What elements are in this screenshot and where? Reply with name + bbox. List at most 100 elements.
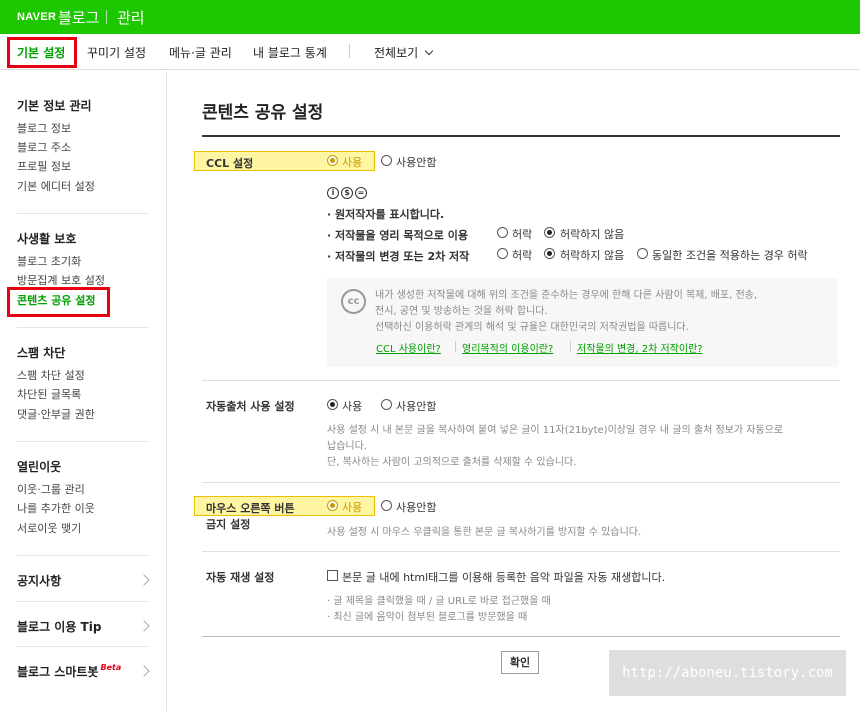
sidebar-link-tips[interactable]: 블로그 이용 Tip (17, 618, 101, 635)
rightclick-desc: 사용 설정 시 마우스 우클릭을 통한 본문 글 복사하기를 방지할 수 있습니… (327, 527, 642, 538)
chevron-right-icon (138, 665, 150, 677)
derivative-deny-radio[interactable] (544, 248, 555, 259)
sidebar-item-mutual-neighbors[interactable]: 서로이웃 맺기 (17, 520, 81, 536)
auto-source-desc1: 사용 설정 시 내 본문 글을 복사하여 붙여 넣은 글이 11자(21byte… (327, 425, 784, 436)
ccl-info-box: cc 내가 생성한 저작물에 대해 위의 조건을 준수하는 경우에 한해 다른 … (327, 278, 838, 367)
page-title: 콘텐츠 공유 설정 (202, 103, 324, 123)
derivative-deny-label: 허락하지 않음 (560, 249, 625, 262)
annotation-box-sidebar (7, 287, 110, 317)
sidebar-item-blog-info[interactable]: 블로그 정보 (17, 120, 71, 136)
naver-logo[interactable]: NAVER (17, 11, 56, 23)
noncommercial-icon: $ (341, 187, 353, 199)
blog-logo[interactable]: 블로그 (58, 7, 99, 28)
sidebar-divider (17, 555, 149, 556)
ccl-nouse-radio[interactable] (381, 155, 392, 166)
smartbot-label: 블로그 스마트봇 (17, 665, 99, 679)
ccl-use-label: 사용 (342, 156, 363, 169)
title-underline (202, 135, 840, 137)
row-divider (202, 636, 840, 637)
top-header: NAVER 블로그 관리 (0, 0, 860, 34)
ccl-label: CCL 설정 (206, 157, 254, 170)
ccl-nouse-label: 사용안함 (396, 156, 437, 169)
rightclick-label-line2: 금지 설정 (206, 518, 251, 531)
chevron-right-icon (138, 574, 150, 586)
beta-badge: Beta (100, 663, 122, 672)
rightclick-use-radio[interactable] (327, 500, 338, 511)
rightclick-nouse-radio[interactable] (381, 500, 392, 511)
ccl-info-line2: 전시, 공연 및 방송하는 것을 허락 합니다. (375, 306, 548, 317)
tab-decorate-settings[interactable]: 꾸미기 설정 (87, 44, 146, 61)
auto-source-use-radio[interactable] (327, 399, 338, 410)
sidebar-heading-privacy: 사생활 보호 (17, 232, 77, 246)
sidebar-item-visit-protection[interactable]: 방문집계 보호 설정 (17, 272, 105, 288)
derivative-allow-radio[interactable] (497, 248, 508, 259)
link-divider (570, 341, 571, 352)
sidebar-link-notices[interactable]: 공지사항 (17, 572, 61, 589)
autoplay-label: 자동 재생 설정 (206, 571, 275, 584)
confirm-button[interactable]: 확인 (501, 651, 539, 674)
rightclick-use-label: 사용 (342, 501, 363, 514)
sidebar-divider (17, 213, 149, 214)
derivative-same-radio[interactable] (637, 248, 648, 259)
chevron-down-icon (424, 46, 434, 56)
rightclick-nouse-label: 사용안함 (396, 501, 437, 514)
noderivs-icon: = (355, 187, 367, 199)
tab-view-all[interactable]: 전체보기 (374, 44, 434, 61)
row-divider (202, 380, 840, 381)
row-divider (202, 482, 840, 483)
sidebar-divider (17, 646, 149, 647)
ccl-attribution-text: · 원저작자를 표시합니다. (327, 208, 445, 221)
view-all-label: 전체보기 (374, 46, 419, 60)
sidebar-divider (17, 441, 149, 442)
sidebar-item-spam-settings[interactable]: 스팸 차단 설정 (17, 367, 85, 383)
watermark: http://aboneu.tistory.com (609, 650, 846, 696)
ccl-derivative-label: · 저작물의 변경 또는 2차 저작 (327, 250, 470, 263)
annotation-box-tab (7, 37, 77, 68)
admin-title: 관리 (117, 9, 145, 27)
tab-divider (349, 44, 350, 58)
link-divider (455, 341, 456, 352)
sidebar-item-blog-reset[interactable]: 블로그 초기화 (17, 253, 81, 269)
sidebar-item-profile-info[interactable]: 프로필 정보 (17, 158, 71, 174)
sidebar-heading-neighbors: 열린이웃 (17, 460, 62, 474)
sidebar-item-followers[interactable]: 나를 추가한 이웃 (17, 500, 95, 516)
row-divider (202, 551, 840, 552)
tab-blog-stats[interactable]: 내 블로그 통계 (253, 44, 327, 61)
commercial-deny-radio[interactable] (544, 227, 555, 238)
sidebar-item-blog-address[interactable]: 블로그 주소 (17, 139, 71, 155)
ccl-info-line1: 내가 생성한 저작물에 대해 위의 조건을 준수하는 경우에 한해 다른 사람이… (375, 290, 758, 301)
auto-source-nouse-radio[interactable] (381, 399, 392, 410)
sidebar-item-neighbor-groups[interactable]: 이웃·그룹 관리 (17, 481, 85, 497)
tab-menu-post-management[interactable]: 메뉴·글 관리 (169, 44, 232, 61)
commercial-deny-label: 허락하지 않음 (560, 228, 625, 241)
derivative-same-label: 동일한 조건을 적용하는 경우 허락 (652, 249, 808, 262)
auto-source-desc3: 단, 복사하는 사람이 고의적으로 출처를 삭제할 수 있습니다. (327, 457, 577, 468)
sidebar-item-editor-settings[interactable]: 기본 에디터 설정 (17, 178, 95, 194)
sidebar: 기본 정보 관리 블로그 정보 블로그 주소 프로필 정보 기본 에디터 설정 … (0, 71, 167, 711)
sidebar-heading-basic-info: 기본 정보 관리 (17, 99, 92, 113)
ccl-commercial-label: · 저작물을 영리 목적으로 이용 (327, 229, 468, 242)
link-derivative-works[interactable]: 저작물의 변경, 2차 저작이란? (577, 340, 703, 355)
derivative-allow-label: 허락 (512, 249, 533, 262)
link-commercial-use[interactable]: 영리목적의 이용이란? (462, 340, 553, 355)
sidebar-link-smartbot[interactable]: 블로그 스마트봇 Beta (17, 663, 121, 680)
auto-source-desc2: 납습니다. (327, 441, 367, 452)
header-divider (106, 10, 107, 24)
sidebar-divider (17, 601, 149, 602)
autoplay-note2: · 최신 글에 음악이 첨부된 블로그를 방문했을 때 (327, 612, 528, 623)
commercial-allow-radio[interactable] (497, 227, 508, 238)
autoplay-checkbox[interactable] (327, 570, 338, 581)
autoplay-note1: · 글 제목을 클릭했을 때 / 글 URL로 바로 접근했을 때 (327, 596, 551, 607)
cc-icon: cc (341, 289, 366, 314)
chevron-right-icon (138, 620, 150, 632)
sidebar-item-comment-permissions[interactable]: 댓글·안부글 권한 (17, 406, 95, 422)
autoplay-checkbox-label: 본문 글 내에 html태그를 이용해 등록한 음악 파일을 자동 재생합니다. (342, 571, 666, 584)
link-what-is-ccl[interactable]: CCL 사용이란? (376, 340, 441, 355)
cc-license-icons: i $ = (327, 184, 369, 199)
tab-bar: 기본 설정 꾸미기 설정 메뉴·글 관리 내 블로그 통계 전체보기 (0, 34, 860, 70)
ccl-use-radio[interactable] (327, 155, 338, 166)
auto-source-label: 자동출처 사용 설정 (206, 400, 295, 413)
sidebar-heading-spam: 스팸 차단 (17, 346, 66, 360)
sidebar-item-blocked-posts[interactable]: 차단된 글목록 (17, 386, 81, 402)
commercial-allow-label: 허락 (512, 228, 533, 241)
